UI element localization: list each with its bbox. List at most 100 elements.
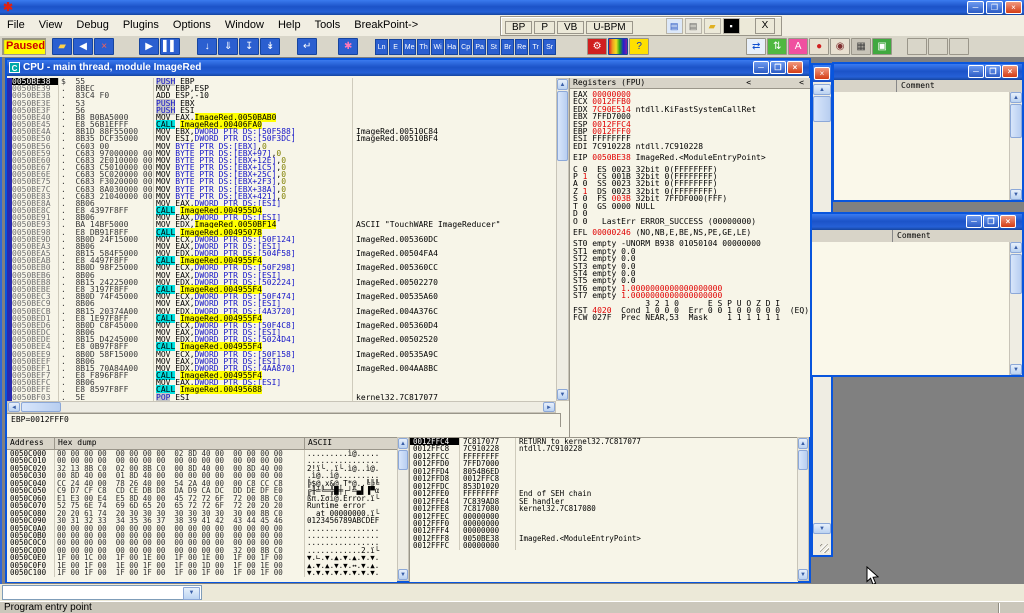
pane-button-e[interactable]: E — [389, 39, 402, 55]
pane-button-th[interactable]: Th — [417, 39, 430, 55]
scrollbar-thumb[interactable] — [1010, 104, 1022, 138]
menu-item-plugins[interactable]: Plugins — [116, 15, 166, 35]
pane-button-tr[interactable]: Tr — [529, 39, 542, 55]
scroll-up-icon[interactable]: ▲ — [398, 438, 408, 449]
scroll-up-icon[interactable]: ▲ — [813, 84, 831, 95]
close-icon[interactable]: × — [1002, 65, 1018, 78]
stack-pane[interactable]: 0012FFC47C817077RETURN to kernel32.7C817… — [409, 437, 798, 582]
appearance-icon[interactable] — [608, 38, 628, 55]
updown-icon[interactable]: ⇅ — [767, 38, 787, 55]
menu-item-breakpoint[interactable]: BreakPoint-> — [347, 15, 425, 35]
close-program-icon[interactable]: × — [94, 38, 114, 55]
scroll-left-icon[interactable]: ◄ — [8, 402, 20, 412]
stack-scrollbar[interactable]: ▲ ▼ — [797, 437, 809, 581]
chevron-down-icon[interactable]: ▼ — [183, 587, 200, 600]
menu-item-view[interactable]: View — [32, 15, 70, 35]
scroll-down-icon[interactable]: ▼ — [1010, 189, 1022, 200]
maximize-icon[interactable]: ❐ — [983, 215, 999, 228]
toolbar-button-u-bpm[interactable]: U-BPM — [586, 21, 632, 34]
scrollbar-thumb[interactable] — [398, 450, 408, 470]
minimize-icon[interactable]: ─ — [966, 215, 982, 228]
scrollbar-thumb[interactable] — [21, 402, 61, 412]
go-to-address-icon[interactable]: ✱ — [338, 38, 358, 55]
cpu-titlebar[interactable]: CCPU - main thread, module ImageRed ─ ❐ … — [7, 60, 809, 76]
maximize-button[interactable]: ❐ — [986, 1, 1003, 14]
disasm-row[interactable]: 0050BEFE. E8 8597F8FFCALL ImageRed.00495… — [12, 386, 556, 393]
keypad-icon[interactable]: ▦ — [851, 38, 871, 55]
options-gear-icon[interactable]: ⚙ — [587, 38, 607, 55]
comment-list[interactable] — [812, 242, 1009, 375]
minimize-icon[interactable]: ─ — [753, 61, 769, 74]
dump-header-hex[interactable]: Hex dump — [55, 438, 305, 449]
flag-line[interactable]: T 0 GS 0000 NULL — [573, 203, 810, 210]
step-over-icon[interactable]: ⇓ — [218, 38, 238, 55]
blank-button[interactable] — [949, 38, 969, 55]
pane-button-pa[interactable]: Pa — [473, 39, 486, 55]
scroll-up-icon[interactable]: ▲ — [1010, 92, 1022, 103]
animate-over-icon[interactable]: ↡ — [260, 38, 280, 55]
disasm-row[interactable]: 0050BE3B. 83C4 F0ADD ESP,-10 — [12, 92, 556, 99]
pause-icon[interactable]: ▌▌ — [160, 38, 180, 55]
toolbar-close-button[interactable]: X — [755, 18, 776, 34]
menu-item-window[interactable]: Window — [218, 15, 271, 35]
pane-button-ha[interactable]: Ha — [445, 39, 458, 55]
comment-window-top[interactable]: ─ ❐ × Comment ▲ ▼ — [832, 62, 1024, 202]
console-icon[interactable]: ▪ — [723, 18, 740, 34]
help-icon[interactable]: ? — [629, 38, 649, 55]
comment-window-titlebar[interactable]: ─ ❐ × — [812, 214, 1022, 230]
comment-list[interactable] — [834, 92, 1009, 200]
menu-item-options[interactable]: Options — [166, 15, 218, 35]
scrollbar-thumb[interactable] — [1010, 254, 1022, 294]
resize-grip[interactable] — [820, 544, 829, 553]
menu-item-tools[interactable]: Tools — [308, 15, 348, 35]
pane-button-st[interactable]: St — [487, 39, 500, 55]
registers-pane[interactable]: Registers (FPU)< < EAX 00000000ECX 0012F… — [569, 78, 810, 437]
comment-window-bottom[interactable]: ─ ❐ × Comment ▲ ▼ — [810, 212, 1024, 377]
close-icon[interactable]: × — [787, 61, 803, 74]
swap-icon[interactable]: ⇄ — [746, 38, 766, 55]
maximize-icon[interactable]: ❐ — [985, 65, 1001, 78]
scroll-down-icon[interactable]: ▼ — [798, 569, 808, 580]
scroll-up-icon[interactable]: ▲ — [798, 438, 808, 449]
minimize-icon[interactable]: ─ — [968, 65, 984, 78]
dump-header-ascii[interactable]: ASCII — [305, 438, 397, 449]
pane-button-re[interactable]: Re — [515, 39, 528, 55]
dump-header-address[interactable]: Address — [7, 438, 55, 449]
maximize-icon[interactable]: ❐ — [770, 61, 786, 74]
menu-item-file[interactable]: File — [0, 15, 32, 35]
toolbar-button-vb[interactable]: VB — [557, 21, 584, 34]
minimize-button[interactable]: ─ — [967, 1, 984, 14]
comment-column-header[interactable]: Comment — [893, 230, 931, 242]
register-efl-line[interactable]: EFL 00000246 (NO,NB,E,BE,NS,PE,GE,LE) — [573, 229, 810, 236]
restart-icon[interactable]: ◀ — [73, 38, 93, 55]
comment-column-header[interactable]: Comment — [897, 80, 935, 92]
close-button[interactable]: × — [1005, 1, 1022, 14]
pane-button-ln[interactable]: Ln — [375, 39, 388, 55]
scrollbar-thumb[interactable] — [798, 450, 808, 470]
toolbar-button-bp[interactable]: BP — [505, 21, 532, 34]
fcw-line[interactable]: FCW 027F Prec NEAR,53 Mask 1 1 1 1 1 1 — [573, 314, 810, 321]
register-line[interactable]: EDI 7C910228 ntdll.7C910228 — [573, 143, 810, 150]
scrollbar[interactable]: ▲ ▼ — [1009, 242, 1022, 375]
animate-into-icon[interactable]: ↧ — [239, 38, 259, 55]
pane-button-wi[interactable]: Wi — [431, 39, 444, 55]
pane-button-cp[interactable]: Cp — [459, 39, 472, 55]
spiral-icon[interactable]: ◉ — [830, 38, 850, 55]
stack-row[interactable]: 0012FFFC00000000 — [410, 542, 798, 549]
scrollbar-thumb[interactable] — [813, 96, 831, 122]
flag-line[interactable]: O 0 LastErr ERROR_SUCCESS (00000000) — [573, 218, 810, 225]
folder-icon[interactable]: ▰ — [704, 18, 721, 34]
run-icon[interactable]: ▶ — [139, 38, 159, 55]
disasm-row[interactable]: 0050BF03. 5EPOP ESIkernel32.7C817077 — [12, 394, 556, 401]
hex-dump-pane[interactable]: Address Hex dump ASCII 0050C00000 00 00 … — [7, 437, 397, 582]
register-eip-line[interactable]: EIP 0050BE38 ImageRed.<ModuleEntryPoint> — [573, 154, 810, 161]
scroll-down-icon[interactable]: ▼ — [813, 523, 831, 534]
screen-icon[interactable]: ▣ — [872, 38, 892, 55]
scroll-down-icon[interactable]: ▼ — [557, 389, 568, 400]
close-icon[interactable]: × — [1000, 215, 1016, 228]
scroll-up-icon[interactable]: ▲ — [1010, 242, 1022, 253]
record-icon[interactable]: ● — [809, 38, 829, 55]
scrollbar-thumb[interactable] — [557, 91, 568, 161]
comment-window-titlebar[interactable]: ─ ❐ × — [834, 64, 1022, 80]
scroll-down-icon[interactable]: ▼ — [1010, 364, 1022, 375]
